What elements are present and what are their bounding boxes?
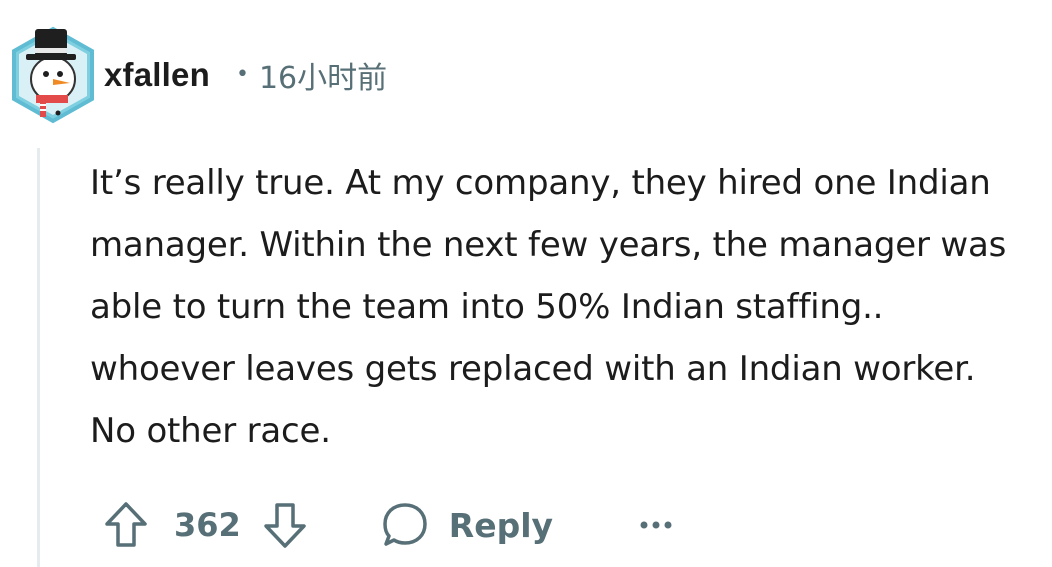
meta-separator: • [235, 62, 249, 87]
speech-bubble-icon [383, 503, 427, 546]
reply-button[interactable]: Reply [381, 501, 553, 549]
vote-score: 362 [174, 506, 241, 544]
snowman-avatar-icon [12, 26, 94, 124]
arrow-down-outline-icon [264, 503, 306, 548]
downvote-button[interactable] [259, 497, 311, 553]
more-options-button[interactable] [639, 505, 673, 545]
comment-action-bar: 362 Reply [100, 492, 673, 558]
comment-timestamp[interactable]: 16小时前 [259, 53, 387, 97]
upvote-button[interactable] [100, 497, 152, 553]
comment-body: It’s really true. At my company, they hi… [90, 152, 1030, 462]
ellipsis-icon [640, 521, 672, 529]
username[interactable]: xfallen [104, 56, 210, 94]
user-avatar[interactable] [8, 21, 98, 129]
arrow-up-outline-icon [105, 502, 147, 547]
comment-text: It’s really true. At my company, they hi… [90, 163, 1007, 451]
reply-label: Reply [448, 505, 554, 545]
thread-line[interactable] [37, 148, 40, 567]
comment-header: xfallen • 16小时前 [8, 20, 387, 130]
